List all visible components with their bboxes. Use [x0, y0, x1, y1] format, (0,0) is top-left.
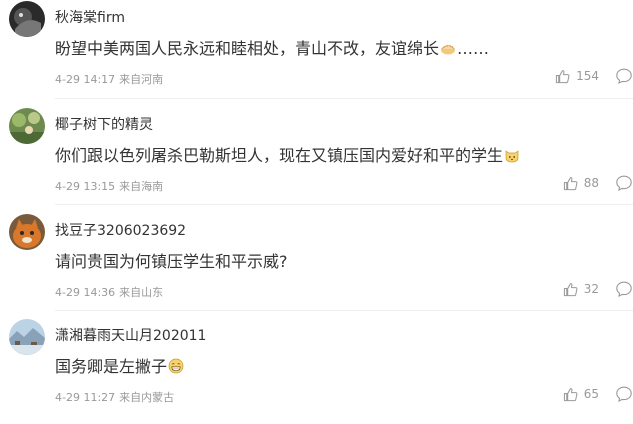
comment-meta: 4-29 14:17 来自河南: [55, 71, 163, 87]
comment-text: 国务卿是左撇子: [55, 353, 185, 377]
comment-time: 4-29 14:36: [55, 286, 116, 299]
comment-location: 来自山东: [119, 286, 164, 299]
grin-emoji-icon: [168, 358, 184, 374]
comment-bubble-icon[interactable]: [615, 385, 633, 403]
comment-text: 你们跟以色列屠杀巴勒斯坦人，现在又镇压国内爱好和平的学生: [55, 142, 521, 166]
comment-bubble-icon[interactable]: [615, 280, 633, 298]
comment-meta: 4-29 14:36 来自山东: [55, 284, 163, 300]
comment-text-body: 你们跟以色列屠杀巴勒斯坦人，现在又镇压国内爱好和平的学生: [55, 146, 504, 165]
like-count: 65: [583, 387, 599, 401]
divider: [55, 310, 633, 311]
comment-time: 4-29 11:27: [55, 391, 116, 404]
thumbs-up-icon: [563, 387, 578, 401]
avatar[interactable]: [9, 319, 45, 355]
like-button[interactable]: 32: [563, 282, 599, 297]
cat-face-emoji-icon: [505, 150, 519, 163]
comment-actions: 32: [563, 279, 633, 299]
comment-bubble-icon[interactable]: [615, 174, 633, 192]
comment-item: 椰子树下的精灵 你们跟以色列屠杀巴勒斯坦人，现在又镇压国内爱好和平的学生 4-2…: [0, 107, 633, 213]
comment-meta: 4-29 11:27 来自内蒙古: [55, 389, 174, 405]
comment-text-suffix: ……: [457, 39, 490, 58]
comment-item: 潇湘暮雨天山月202011 国务卿是左撇子 4-29 11:27 来自内蒙古 65: [0, 318, 633, 424]
username[interactable]: 椰子树下的精灵: [55, 114, 153, 134]
comment-text: 请问贵国为何镇压学生和平示威?: [55, 248, 288, 272]
avatar[interactable]: [9, 214, 45, 250]
avatar[interactable]: [9, 108, 45, 144]
username[interactable]: 找豆子3206023692: [55, 220, 186, 240]
comment-actions: 88: [563, 173, 633, 193]
comment-time: 4-29 14:17: [55, 73, 116, 86]
divider: [55, 204, 633, 205]
comment-location: 来自河南: [119, 73, 164, 86]
comment-time: 4-29 13:15: [55, 180, 116, 193]
thumbs-up-icon: [555, 69, 570, 83]
comment-meta: 4-29 13:15 来自海南: [55, 178, 163, 194]
dumpling-emoji-icon: [441, 44, 456, 55]
comment-item: 找豆子3206023692 请问贵国为何镇压学生和平示威? 4-29 14:36…: [0, 213, 633, 319]
comment-location: 来自内蒙古: [119, 391, 175, 404]
comment-item: 秋海棠firm 盼望中美两国人民永远和睦相处，青山不改，友谊绵长 …… 4-29 …: [0, 0, 633, 106]
comment-text-body: 盼望中美两国人民永远和睦相处，青山不改，友谊绵长: [55, 39, 440, 58]
username[interactable]: 秋海棠firm: [55, 7, 125, 27]
like-count: 32: [583, 282, 599, 296]
thumbs-up-icon: [563, 282, 578, 296]
divider: [55, 98, 633, 99]
like-count: 154: [576, 69, 599, 83]
comment-text: 盼望中美两国人民永远和睦相处，青山不改，友谊绵长 ……: [55, 35, 489, 59]
username[interactable]: 潇湘暮雨天山月202011: [55, 325, 206, 345]
like-button[interactable]: 154: [555, 69, 599, 84]
comment-bubble-icon[interactable]: [615, 67, 633, 85]
thumbs-up-icon: [563, 176, 578, 190]
avatar[interactable]: [9, 1, 45, 37]
comment-text-body: 请问贵国为何镇压学生和平示威?: [55, 252, 288, 271]
comment-text-body: 国务卿是左撇子: [55, 357, 168, 376]
like-button[interactable]: 88: [563, 176, 599, 191]
comment-location: 来自海南: [119, 180, 164, 193]
comment-actions: 65: [563, 384, 633, 404]
comment-actions: 154: [555, 66, 633, 86]
like-count: 88: [583, 176, 599, 190]
like-button[interactable]: 65: [563, 387, 599, 402]
